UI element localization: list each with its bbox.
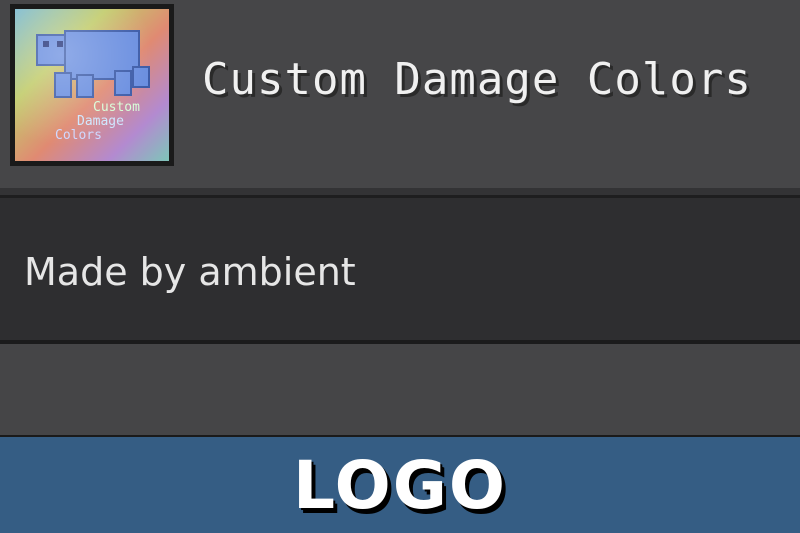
icon-text-line-2: Damage (77, 114, 124, 129)
pack-icon: Custom Damage Colors (15, 9, 169, 161)
pack-icon-frame: Custom Damage Colors (10, 4, 174, 166)
pack-lower-panel (0, 344, 800, 437)
icon-text-line-1: Custom (93, 100, 140, 115)
pack-description-row: Made by ambient (0, 198, 800, 344)
icon-text-line-3: Colors (55, 128, 102, 143)
divider (0, 188, 800, 198)
pack-details-panel: Custom Damage Colors Custom Damage Color… (0, 0, 800, 437)
sheep-icon: Custom Damage Colors (36, 30, 150, 143)
logo-text: LOGO (292, 447, 508, 524)
pack-author: Made by ambient (24, 250, 356, 294)
logo-banner: LOGO (0, 437, 800, 533)
pack-header: Custom Damage Colors Custom Damage Color… (0, 0, 800, 188)
pack-title: Custom Damage Colors (202, 54, 752, 105)
